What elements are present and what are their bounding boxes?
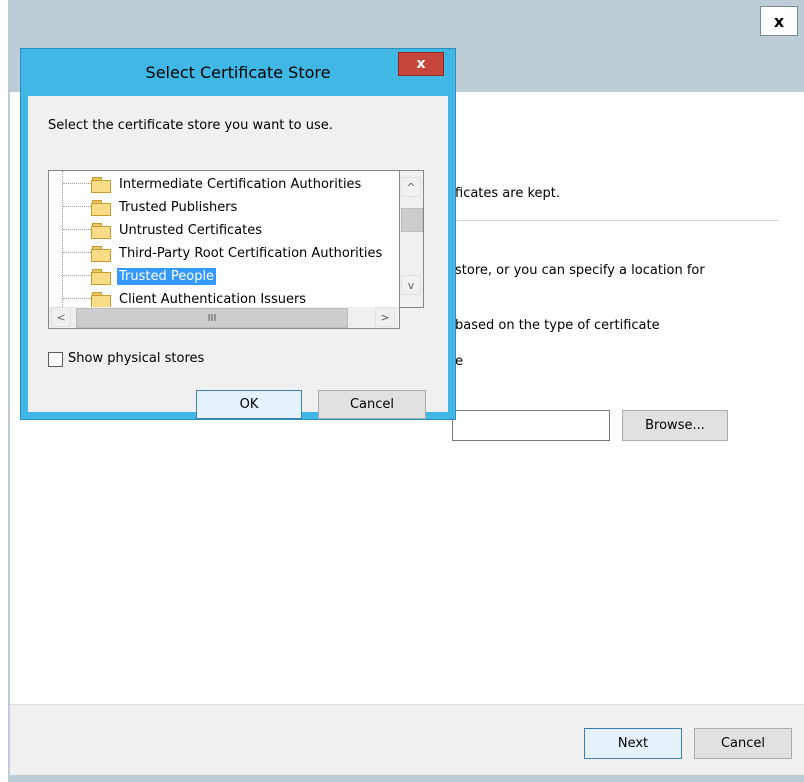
show-physical-stores-checkbox[interactable] [48,352,63,367]
close-icon: x [773,11,785,31]
folder-icon [91,222,111,239]
dialog-instruction: Select the certificate store you want to… [48,118,333,133]
tree-item-label: Trusted Publishers [119,199,238,215]
ok-button[interactable]: OK [196,390,302,419]
dialog-title: Select Certificate Store [145,62,331,82]
store-location-field[interactable] [452,410,610,441]
horizontal-scroll-thumb[interactable]: III [76,308,348,328]
tree-vertical-scrollbar[interactable]: ^ v [400,170,424,308]
folder-icon [91,291,111,308]
grip-icon: III [207,312,217,324]
tree-item-label: Untrusted Certificates [119,222,262,238]
tree-item-trusted-publishers[interactable]: Trusted Publishers [49,196,239,218]
certificate-store-tree[interactable]: Intermediate Certification Authorities T… [48,170,400,310]
tree-item-label-selected: Trusted People [117,267,217,285]
folder-icon [91,268,111,285]
folder-icon [91,245,111,262]
tree-item-label: Client Authentication Issuers [119,291,307,307]
scroll-right-icon[interactable]: > [375,307,395,327]
browse-button[interactable]: Browse... [622,410,728,441]
dialog-cancel-button[interactable]: Cancel [318,390,426,419]
wizard-divider [450,220,778,221]
tree-item-intermediate-ca[interactable]: Intermediate Certification Authorities [49,173,363,195]
wizard-text-3: based on the type of certificate [455,318,660,333]
wizard-text-4: e [455,354,463,369]
scroll-up-icon[interactable]: ^ [401,177,421,197]
next-button[interactable]: Next [584,728,682,759]
vertical-scroll-thumb[interactable] [401,208,423,232]
folder-icon [91,176,111,193]
scroll-left-icon[interactable]: < [51,307,71,327]
wizard-footer [10,704,804,775]
tree-item-label: Intermediate Certification Authorities [119,176,362,192]
scroll-down-icon[interactable]: v [401,275,421,295]
wizard-close-button[interactable]: x [760,6,798,36]
folder-icon [91,199,111,216]
tree-item-trusted-people[interactable]: Trusted People [49,265,217,287]
tree-item-untrusted-certificates[interactable]: Untrusted Certificates [49,219,264,241]
wizard-text-2: store, or you can specify a location for [455,263,705,278]
dialog-close-button[interactable]: x [398,52,444,76]
close-icon: x [416,56,426,72]
wizard-cancel-button[interactable]: Cancel [694,728,792,759]
wizard-text-1: ficates are kept. [455,186,561,201]
tree-item-label: Third-Party Root Certification Authoriti… [119,245,383,261]
show-physical-stores-label[interactable]: Show physical stores [68,351,204,366]
tree-item-third-party-root-ca[interactable]: Third-Party Root Certification Authoriti… [49,242,384,264]
